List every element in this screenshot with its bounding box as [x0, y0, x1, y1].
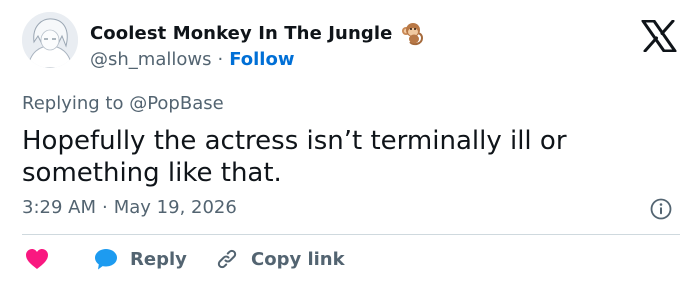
avatar-image: [22, 12, 78, 68]
tweet-timestamp[interactable]: 3:29 AM · May 19, 2026: [22, 197, 237, 218]
reply-mention-link[interactable]: @PopBase: [129, 93, 223, 114]
monkey-icon: [400, 20, 426, 46]
user-handle[interactable]: @sh_mallows: [90, 49, 211, 70]
like-button[interactable]: [25, 248, 49, 270]
tweet-card: Coolest Monkey In The Jungle @sh_mallows…: [0, 0, 700, 287]
divider: [22, 234, 680, 235]
link-icon: [217, 249, 237, 269]
tweet-time: 3:29 AM: [22, 197, 96, 218]
display-name[interactable]: Coolest Monkey In The Jungle: [90, 23, 392, 44]
follow-button[interactable]: Follow: [229, 49, 294, 70]
info-icon[interactable]: [650, 198, 672, 220]
tweet-date: May 19, 2026: [113, 197, 237, 218]
replying-to: Replying to @PopBase: [22, 93, 224, 114]
reply-button[interactable]: Reply: [94, 247, 187, 271]
reply-label: Reply: [130, 248, 187, 270]
speech-bubble-icon: [95, 249, 117, 270]
action-bar: Reply Copy link: [0, 247, 700, 273]
handle-row: @sh_mallows · Follow: [90, 49, 426, 70]
copy-link-button[interactable]: Copy link: [215, 247, 345, 271]
handle-separator: ·: [217, 49, 224, 70]
avatar[interactable]: [22, 12, 78, 68]
timestamp-separator: ·: [102, 197, 108, 218]
heart-icon: [26, 249, 48, 269]
tweet-text: Hopefully the actress isn’t terminally i…: [22, 126, 567, 188]
name-row: Coolest Monkey In The Jungle: [90, 20, 426, 46]
copy-link-label: Copy link: [251, 248, 345, 270]
tweet-header: Coolest Monkey In The Jungle @sh_mallows…: [90, 20, 426, 70]
x-logo-icon[interactable]: [641, 19, 677, 53]
replying-prefix: Replying to: [22, 93, 130, 114]
